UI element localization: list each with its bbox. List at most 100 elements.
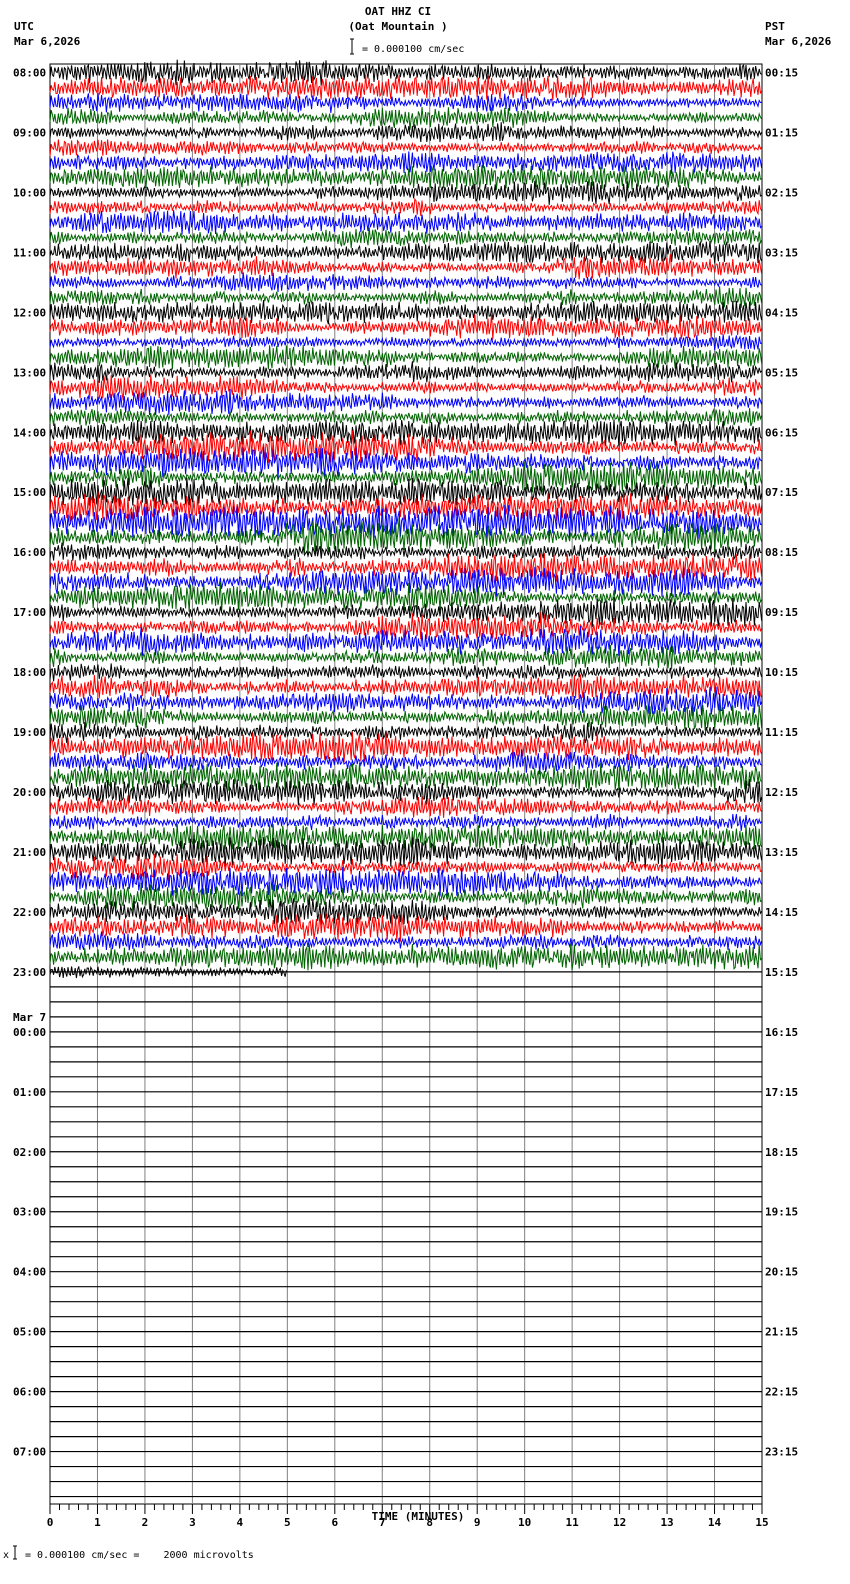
seismic-trace	[49, 227, 763, 249]
seismic-trace	[49, 931, 763, 951]
station-location: (Oat Mountain )	[348, 20, 447, 33]
utc-hour-label: 15:00	[13, 486, 46, 499]
utc-hour-label: 07:00	[13, 1446, 46, 1459]
pst-hour-label: 09:15	[765, 606, 798, 619]
seismic-trace	[49, 180, 762, 205]
utc-hour-label: 14:00	[13, 426, 46, 439]
seismic-trace	[49, 122, 763, 143]
seismic-trace	[49, 240, 763, 264]
x-tick-label: 0	[47, 1516, 54, 1529]
seismic-trace	[49, 965, 287, 979]
utc-hour-label: 20:00	[13, 786, 46, 799]
utc-hour-label: 16:00	[13, 546, 46, 559]
seismic-trace	[49, 674, 763, 700]
seismic-trace	[49, 375, 763, 402]
utc-hour-label: 22:00	[13, 906, 46, 919]
x-tick-label: 1	[94, 1516, 101, 1529]
pst-hour-label: 15:15	[765, 966, 798, 979]
pst-hour-label: 11:15	[765, 726, 798, 739]
x-tick-label: 2	[142, 1516, 149, 1529]
seismic-trace	[49, 151, 763, 174]
x-tick-label: 15	[755, 1516, 768, 1529]
seismic-trace	[49, 334, 762, 351]
x-tick-label: 4	[237, 1516, 244, 1529]
pst-hour-label: 08:15	[765, 546, 798, 559]
seismic-trace	[49, 407, 763, 427]
right-date: Mar 6,2026	[765, 35, 832, 48]
footer-scale-bar-icon	[13, 1545, 17, 1560]
pst-hour-label: 06:15	[765, 426, 798, 439]
utc-hour-label: 00:00	[13, 1026, 46, 1039]
x-tick-label: 9	[474, 1516, 481, 1529]
pst-hour-label: 21:15	[765, 1326, 798, 1339]
seismic-trace	[49, 210, 762, 235]
x-tick-label: 11	[566, 1516, 580, 1529]
pst-hour-label: 18:15	[765, 1146, 798, 1159]
seismic-trace	[49, 504, 762, 541]
utc-hour-label: 09:00	[13, 126, 46, 139]
utc-hour-label: 03:00	[13, 1206, 46, 1219]
utc-hour-label: 12:00	[13, 306, 46, 319]
station-title: OAT HHZ CI	[365, 5, 431, 18]
pst-hour-label: 23:15	[765, 1446, 798, 1459]
x-axis-label: TIME (MINUTES)	[372, 1510, 465, 1523]
seismic-trace	[49, 721, 763, 744]
pst-hour-label: 03:15	[765, 246, 798, 259]
utc-hour-label: 19:00	[13, 726, 46, 739]
pst-hour-label: 12:15	[765, 786, 798, 799]
x-tick-label: 3	[189, 1516, 196, 1529]
pst-hour-label: 17:15	[765, 1086, 798, 1099]
utc-hour-label: 10:00	[13, 186, 46, 199]
pst-hour-label: 07:15	[765, 486, 798, 499]
pst-hour-label: 05:15	[765, 366, 798, 379]
pst-hour-label: 13:15	[765, 846, 798, 859]
utc-hour-label: 01:00	[13, 1086, 46, 1099]
seismic-trace	[49, 286, 763, 308]
seismic-trace	[49, 702, 763, 731]
seismic-trace	[49, 795, 763, 818]
pst-hour-label: 16:15	[765, 1026, 798, 1039]
pst-hour-label: 01:15	[765, 126, 798, 139]
pst-hour-label: 10:15	[765, 666, 798, 679]
pst-hour-label: 20:15	[765, 1266, 798, 1279]
pst-hour-label: 22:15	[765, 1386, 798, 1399]
x-tick-label: 5	[284, 1516, 291, 1529]
traces	[49, 59, 763, 979]
seismic-trace	[49, 164, 762, 190]
x-tick-label: 13	[660, 1516, 673, 1529]
pst-hour-label: 02:15	[765, 186, 798, 199]
utc-hour-label: 18:00	[13, 666, 46, 679]
seismic-trace	[49, 663, 763, 682]
seismic-trace	[49, 943, 762, 971]
utc-hour-label: 13:00	[13, 366, 46, 379]
x-tick-label: 10	[518, 1516, 531, 1529]
seismic-trace	[49, 272, 762, 292]
seismic-trace	[49, 813, 762, 831]
utc-hour-label: 21:00	[13, 846, 46, 859]
pst-hour-label: 19:15	[765, 1206, 798, 1219]
utc-hour-label: 17:00	[13, 606, 46, 619]
seismic-trace	[49, 139, 763, 157]
seismic-trace	[49, 93, 762, 113]
x-tick-label: 14	[708, 1516, 722, 1529]
pst-hour-label: 14:15	[765, 906, 798, 919]
utc-hour-label: 02:00	[13, 1146, 46, 1159]
seismic-trace	[49, 597, 763, 627]
utc-hour-label: 04:00	[13, 1266, 46, 1279]
right-timezone: PST	[765, 20, 785, 33]
seismic-trace	[49, 197, 763, 216]
header-scale-text: = 0.000100 cm/sec	[362, 44, 464, 55]
utc-hour-label: 06:00	[13, 1386, 46, 1399]
seismic-trace	[49, 299, 763, 325]
seismic-trace	[49, 837, 763, 868]
x-tick-label: 12	[613, 1516, 626, 1529]
pst-hour-label: 00:15	[765, 67, 798, 80]
left-date: Mar 6,2026	[14, 35, 81, 48]
utc-hour-label: 05:00	[13, 1326, 46, 1339]
x-tick-label: 6	[331, 1516, 338, 1529]
seismic-trace	[49, 912, 763, 942]
footer-scale-text: = 0.000100 cm/sec = 2000 microvolts	[25, 1550, 254, 1561]
seismic-trace	[49, 74, 763, 101]
scale-bar-icon	[350, 38, 354, 55]
footer-marker: x	[3, 1550, 9, 1561]
